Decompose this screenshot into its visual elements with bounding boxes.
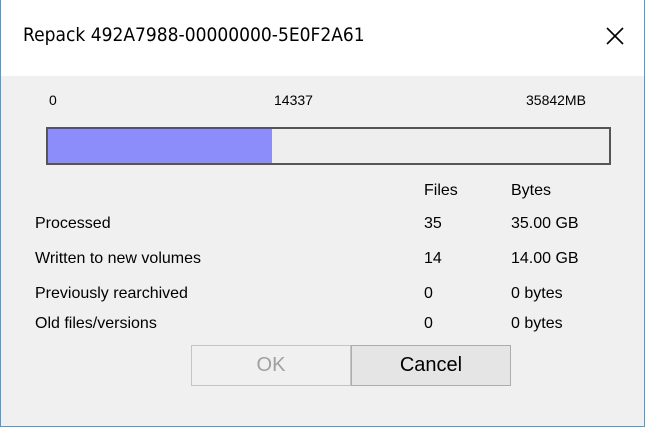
row-files-rearchived: 0: [424, 285, 433, 302]
title-bar: Repack 492A7988-00000000-5E0F2A61: [1, 0, 644, 76]
progress-bar-fill: [48, 129, 273, 163]
close-icon: [606, 27, 624, 45]
progress-current-label: 14337: [274, 92, 313, 108]
row-files-written: 14: [424, 250, 442, 267]
row-label-processed: Processed: [35, 215, 111, 232]
row-bytes-old-files: 0 bytes: [511, 315, 563, 332]
repack-dialog: Repack 492A7988-00000000-5E0F2A61 0 1433…: [0, 0, 645, 427]
row-files-processed: 35: [424, 215, 442, 232]
row-label-written: Written to new volumes: [35, 250, 201, 267]
row-label-rearchived: Previously rearchived: [35, 285, 188, 302]
window-title: Repack 492A7988-00000000-5E0F2A61: [23, 24, 365, 46]
row-files-old-files: 0: [424, 315, 433, 332]
progress-max-label: 35842MB: [526, 92, 586, 108]
progress-bar: [46, 127, 611, 165]
progress-min-label: 0: [49, 92, 57, 108]
bytes-column-header: Bytes: [511, 182, 552, 199]
cancel-button[interactable]: Cancel: [351, 345, 511, 386]
row-label-old-files: Old files/versions: [35, 315, 157, 332]
row-bytes-rearchived: 0 bytes: [511, 285, 563, 302]
close-button[interactable]: [586, 4, 644, 68]
row-bytes-processed: 35.00 GB: [511, 215, 579, 232]
files-column-header: Files: [424, 182, 458, 199]
row-bytes-written: 14.00 GB: [511, 250, 579, 267]
ok-button[interactable]: OK: [191, 345, 351, 386]
